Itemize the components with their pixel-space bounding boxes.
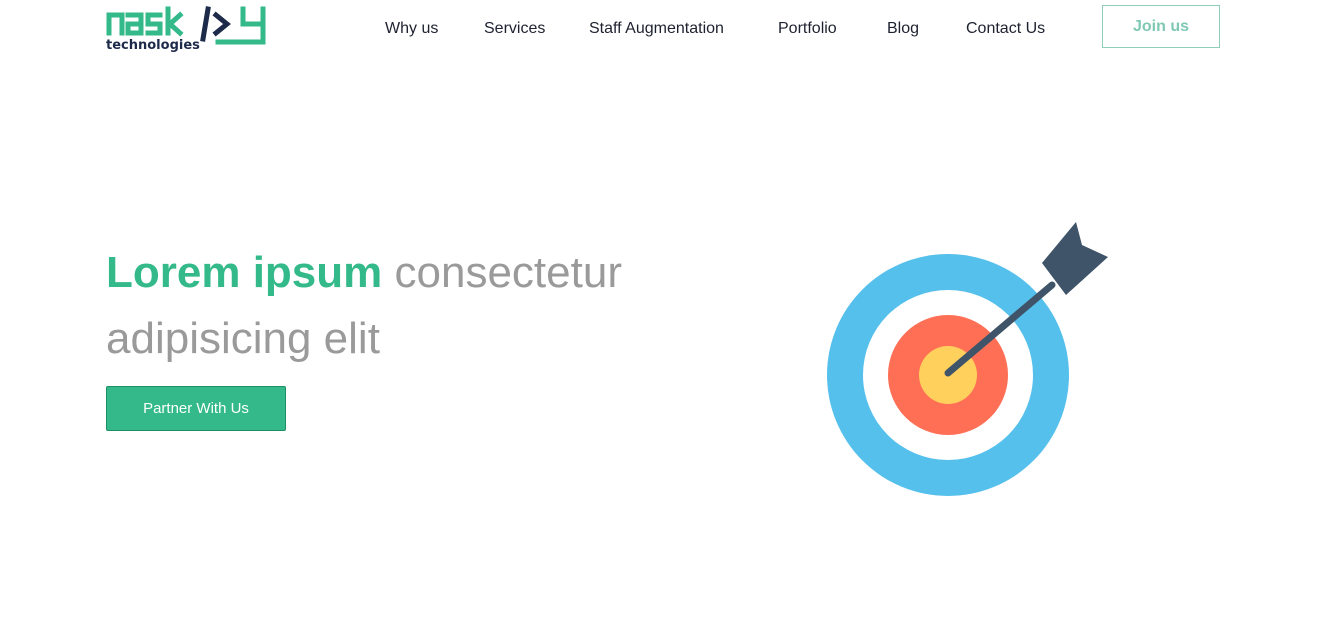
nav-item-portfolio[interactable]: Portfolio xyxy=(778,18,837,40)
nav-item-blog[interactable]: Blog xyxy=(887,18,919,40)
nav-item-staff-augmentation[interactable]: Staff Augmentation xyxy=(589,18,724,40)
brand-logo[interactable]: technologies xyxy=(106,6,268,52)
page: technologies Why us Services Staff Augme… xyxy=(0,0,1317,623)
join-us-button[interactable]: Join us xyxy=(1102,5,1220,48)
hero-title: Lorem ipsum consectetur adipisicing elit xyxy=(106,240,666,372)
partner-with-us-button[interactable]: Partner With Us xyxy=(106,386,286,431)
nav-item-contact-us[interactable]: Contact Us xyxy=(966,18,1045,40)
nav-item-why-us[interactable]: Why us xyxy=(385,18,438,40)
nav-item-services[interactable]: Services xyxy=(484,18,545,40)
logo-tagline: technologies xyxy=(106,38,200,52)
hero-title-accent: Lorem ipsum xyxy=(106,248,383,297)
naskay-logo-icon: technologies xyxy=(106,6,266,52)
target-illustration xyxy=(820,215,1120,505)
dartboard-target-icon xyxy=(827,222,1108,496)
